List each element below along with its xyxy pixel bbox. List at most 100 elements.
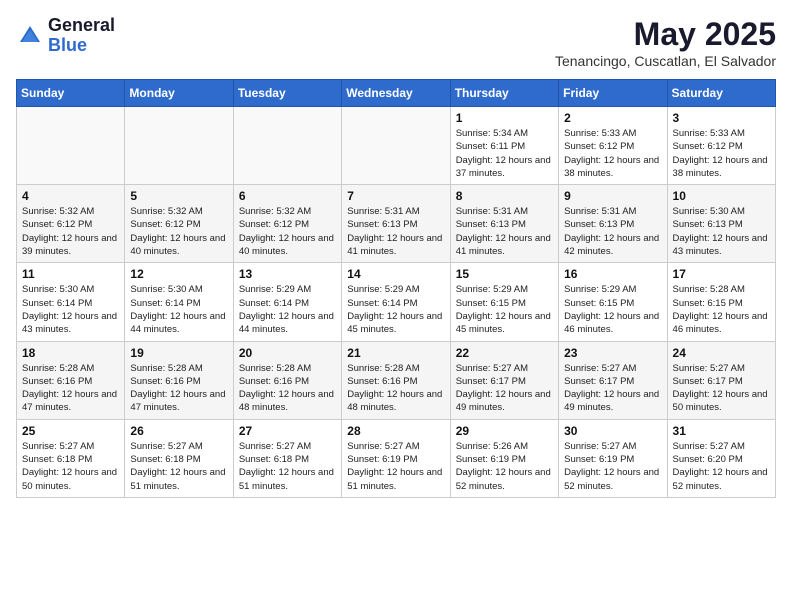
day-number: 30 — [564, 424, 661, 438]
day-info: Sunrise: 5:27 AM Sunset: 6:17 PM Dayligh… — [673, 362, 770, 415]
day-number: 25 — [22, 424, 119, 438]
column-header-sunday: Sunday — [17, 80, 125, 107]
title-area: May 2025 Tenancingo, Cuscatlan, El Salva… — [555, 16, 776, 69]
page-header: General Blue May 2025 Tenancingo, Cuscat… — [16, 16, 776, 69]
day-number: 10 — [673, 189, 770, 203]
calendar-cell: 11 Sunrise: 5:30 AM Sunset: 6:14 PM Dayli… — [17, 263, 125, 341]
day-number: 15 — [456, 267, 553, 281]
calendar-cell — [17, 107, 125, 185]
month-title: May 2025 — [555, 16, 776, 53]
calendar-cell: 28Sunrise: 5:27 AM Sunset: 6:19 PM Dayli… — [342, 419, 450, 497]
calendar-cell: 6Sunrise: 5:32 AM Sunset: 6:12 PM Daylig… — [233, 185, 341, 263]
calendar-cell: 4 Sunrise: 5:32 AM Sunset: 6:12 PM Daylig… — [17, 185, 125, 263]
calendar-week-row: 11 Sunrise: 5:30 AM Sunset: 6:14 PM Dayli… — [17, 263, 776, 341]
day-info: Sunrise: 5:30 AM Sunset: 6:14 PM Dayligh… — [22, 283, 119, 336]
day-number: 8 — [456, 189, 553, 203]
calendar-cell: 27 Sunrise: 5:27 AM Sunset: 6:18 PM Dayli… — [233, 419, 341, 497]
day-number: 17 — [673, 267, 770, 281]
day-info: Sunrise: 5:29 AM Sunset: 6:14 PM Dayligh… — [239, 283, 336, 336]
calendar-cell: 20Sunrise: 5:28 AM Sunset: 6:16 PM Dayli… — [233, 341, 341, 419]
day-info: Sunrise: 5:27 AM Sunset: 6:18 PM Dayligh… — [130, 440, 227, 493]
calendar-cell: 25Sunrise: 5:27 AM Sunset: 6:18 PM Dayli… — [17, 419, 125, 497]
calendar-week-row: 25 Sunrise: 5:27 AM Sunset: 6:18 PM Dayli… — [17, 419, 776, 497]
day-info: Sunrise: 5:27 AM Sunset: 6:17 PM Dayligh… — [456, 362, 553, 415]
calendar-cell: 18 Sunrise: 5:28 AM Sunset: 6:16 PM Dayli… — [17, 341, 125, 419]
day-info: Sunrise: 5:32 AM Sunset: 6:12 PM Dayligh… — [22, 205, 119, 258]
calendar-cell: 14 Sunrise: 5:29 AM Sunset: 6:14 PM Dayli… — [342, 263, 450, 341]
day-number: 26 — [130, 424, 227, 438]
day-info: Sunrise: 5:30 AM Sunset: 6:14 PM Dayligh… — [130, 283, 227, 336]
day-info: Sunrise: 5:27 AM Sunset: 6:20 PM Dayligh… — [673, 440, 770, 493]
day-number: 21 — [347, 346, 444, 360]
day-number: 13 — [239, 267, 336, 281]
day-number: 27 — [239, 424, 336, 438]
day-number: 3 — [673, 111, 770, 125]
day-info: Sunrise: 5:27 AM Sunset: 6:19 PM Dayligh… — [564, 440, 661, 493]
calendar-cell: 8 Sunrise: 5:31 AM Sunset: 6:13 PM Daylig… — [450, 185, 558, 263]
day-number: 2 — [564, 111, 661, 125]
logo-general: General — [48, 16, 115, 36]
day-info: Sunrise: 5:27 AM Sunset: 6:18 PM Dayligh… — [239, 440, 336, 493]
day-number: 5 — [130, 189, 227, 203]
day-number: 29 — [456, 424, 553, 438]
calendar-cell — [125, 107, 233, 185]
day-number: 11 — [22, 267, 119, 281]
day-info: Sunrise: 5:27 AM Sunset: 6:17 PM Dayligh… — [564, 362, 661, 415]
calendar-cell: 30 Sunrise: 5:27 AM Sunset: 6:19 PM Dayli… — [559, 419, 667, 497]
day-number: 19 — [130, 346, 227, 360]
day-info: Sunrise: 5:28 AM Sunset: 6:15 PM Dayligh… — [673, 283, 770, 336]
calendar-cell: 3 Sunrise: 5:33 AM Sunset: 6:12 PM Daylig… — [667, 107, 775, 185]
day-info: Sunrise: 5:28 AM Sunset: 6:16 PM Dayligh… — [347, 362, 444, 415]
day-number: 4 — [22, 189, 119, 203]
day-number: 18 — [22, 346, 119, 360]
calendar-cell: 13 Sunrise: 5:29 AM Sunset: 6:14 PM Dayli… — [233, 263, 341, 341]
day-info: Sunrise: 5:31 AM Sunset: 6:13 PM Dayligh… — [347, 205, 444, 258]
column-header-thursday: Thursday — [450, 80, 558, 107]
day-info: Sunrise: 5:34 AM Sunset: 6:11 PM Dayligh… — [456, 127, 553, 180]
calendar-cell: 9 Sunrise: 5:31 AM Sunset: 6:13 PM Daylig… — [559, 185, 667, 263]
calendar-cell: 12Sunrise: 5:30 AM Sunset: 6:14 PM Dayli… — [125, 263, 233, 341]
day-info: Sunrise: 5:33 AM Sunset: 6:12 PM Dayligh… — [673, 127, 770, 180]
column-header-tuesday: Tuesday — [233, 80, 341, 107]
calendar-cell: 16Sunrise: 5:29 AM Sunset: 6:15 PM Dayli… — [559, 263, 667, 341]
day-info: Sunrise: 5:31 AM Sunset: 6:13 PM Dayligh… — [564, 205, 661, 258]
day-number: 16 — [564, 267, 661, 281]
column-header-monday: Monday — [125, 80, 233, 107]
day-info: Sunrise: 5:33 AM Sunset: 6:12 PM Dayligh… — [564, 127, 661, 180]
day-number: 9 — [564, 189, 661, 203]
calendar-cell: 24 Sunrise: 5:27 AM Sunset: 6:17 PM Dayli… — [667, 341, 775, 419]
day-info: Sunrise: 5:28 AM Sunset: 6:16 PM Dayligh… — [22, 362, 119, 415]
calendar-cell: 19 Sunrise: 5:28 AM Sunset: 6:16 PM Dayli… — [125, 341, 233, 419]
logo-icon — [16, 22, 44, 50]
day-number: 22 — [456, 346, 553, 360]
day-info: Sunrise: 5:30 AM Sunset: 6:13 PM Dayligh… — [673, 205, 770, 258]
calendar-cell: 31Sunrise: 5:27 AM Sunset: 6:20 PM Dayli… — [667, 419, 775, 497]
calendar-table: SundayMondayTuesdayWednesdayThursdayFrid… — [16, 79, 776, 498]
calendar-cell: 23 Sunrise: 5:27 AM Sunset: 6:17 PM Dayli… — [559, 341, 667, 419]
day-info: Sunrise: 5:29 AM Sunset: 6:14 PM Dayligh… — [347, 283, 444, 336]
day-number: 14 — [347, 267, 444, 281]
calendar-cell: 7Sunrise: 5:31 AM Sunset: 6:13 PM Daylig… — [342, 185, 450, 263]
day-number: 23 — [564, 346, 661, 360]
calendar-cell: 17 Sunrise: 5:28 AM Sunset: 6:15 PM Dayli… — [667, 263, 775, 341]
calendar-cell: 10 Sunrise: 5:30 AM Sunset: 6:13 PM Dayli… — [667, 185, 775, 263]
calendar-cell: 2 Sunrise: 5:33 AM Sunset: 6:12 PM Daylig… — [559, 107, 667, 185]
calendar-cell: 5Sunrise: 5:32 AM Sunset: 6:12 PM Daylig… — [125, 185, 233, 263]
day-info: Sunrise: 5:28 AM Sunset: 6:16 PM Dayligh… — [130, 362, 227, 415]
day-number: 24 — [673, 346, 770, 360]
calendar-week-row: 4 Sunrise: 5:32 AM Sunset: 6:12 PM Daylig… — [17, 185, 776, 263]
day-info: Sunrise: 5:32 AM Sunset: 6:12 PM Dayligh… — [239, 205, 336, 258]
calendar-cell: 15 Sunrise: 5:29 AM Sunset: 6:15 PM Dayli… — [450, 263, 558, 341]
calendar-cell: 21 Sunrise: 5:28 AM Sunset: 6:16 PM Dayli… — [342, 341, 450, 419]
day-number: 20 — [239, 346, 336, 360]
logo: General Blue — [16, 16, 115, 56]
logo-text: General Blue — [48, 16, 115, 56]
calendar-week-row: 18 Sunrise: 5:28 AM Sunset: 6:16 PM Dayli… — [17, 341, 776, 419]
day-info: Sunrise: 5:31 AM Sunset: 6:13 PM Dayligh… — [456, 205, 553, 258]
calendar-cell: 29Sunrise: 5:26 AM Sunset: 6:19 PM Dayli… — [450, 419, 558, 497]
day-info: Sunrise: 5:29 AM Sunset: 6:15 PM Dayligh… — [456, 283, 553, 336]
logo-blue: Blue — [48, 36, 115, 56]
column-header-friday: Friday — [559, 80, 667, 107]
calendar-cell — [233, 107, 341, 185]
calendar-week-row: 1Sunrise: 5:34 AM Sunset: 6:11 PM Daylig… — [17, 107, 776, 185]
